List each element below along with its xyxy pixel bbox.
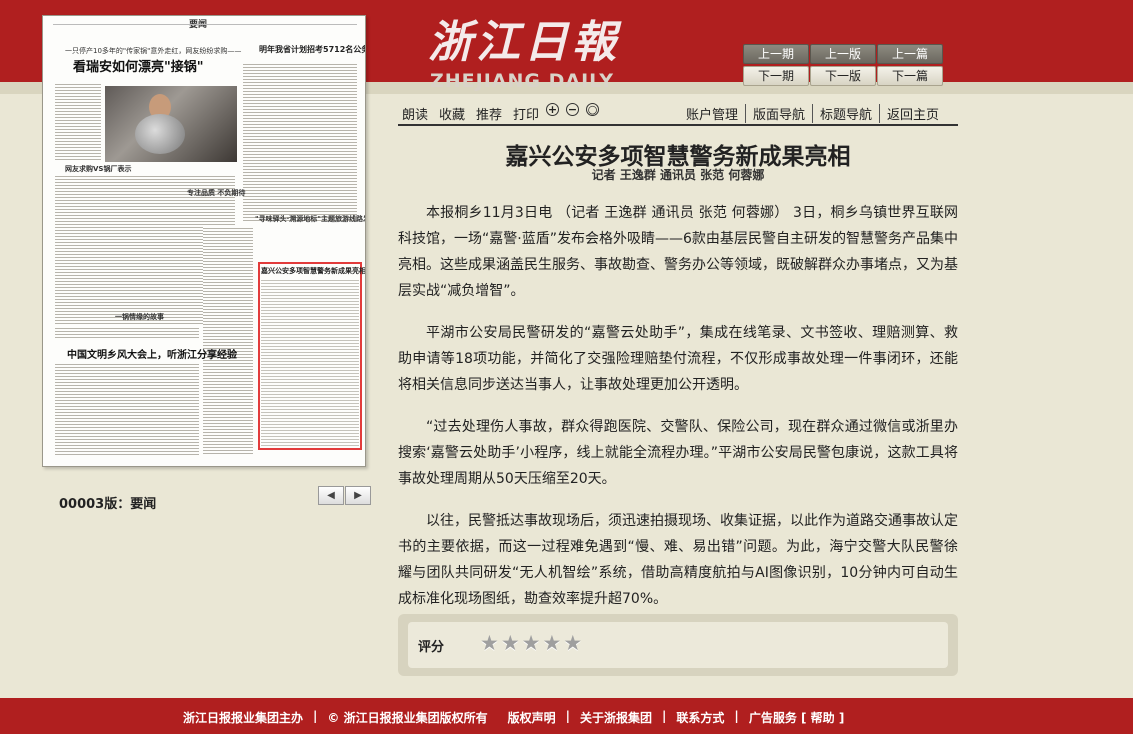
thumbnail-bottom-headline[interactable]: 中国文明乡风大会上，听浙江分享经验: [67, 346, 237, 361]
next-page-button[interactable]: 下一版: [810, 66, 876, 86]
star-icon[interactable]: ★: [522, 631, 541, 655]
photo-wok: [135, 114, 185, 154]
masthead-logo: 浙江日報 ZHEJIANG DAILY: [428, 17, 648, 93]
prev-page-button[interactable]: 上一版: [810, 44, 876, 64]
rating-label: 评分: [418, 640, 445, 655]
thumbnail-text-block: [55, 326, 199, 340]
toolbar-navigation: 账户管理 版面导航 标题导航 返回主页: [679, 104, 946, 123]
star-icon[interactable]: ★: [563, 631, 582, 655]
masthead-english: ZHEJIANG DAILY: [430, 70, 615, 92]
rating-stars: ★ ★ ★ ★ ★: [480, 631, 584, 655]
zoom-out-icon[interactable]: −: [566, 103, 579, 116]
footer-separator: |: [662, 709, 667, 723]
zoom-controls: + − ○: [546, 103, 606, 116]
page-navigation-link[interactable]: 版面导航: [744, 104, 812, 123]
footer-separator: |: [565, 709, 570, 723]
thumbnail-photo: [105, 86, 237, 162]
footer-separator: |: [734, 709, 739, 723]
toolbar-actions: 朗读 收藏 推荐 打印: [402, 104, 550, 123]
prev-article-button[interactable]: 上一篇: [877, 44, 943, 64]
recommend-button[interactable]: 推荐: [476, 104, 502, 123]
footer-host: 浙江日报报业集团主办: [183, 711, 304, 725]
highlighted-article-title[interactable]: 嘉兴公安多项智慧警务新成果亮相: [261, 266, 365, 276]
thumbnail-rule: [53, 24, 357, 25]
print-button[interactable]: 打印: [513, 104, 539, 123]
zoom-in-icon[interactable]: +: [546, 103, 559, 116]
rating-panel: 评分 ★ ★ ★ ★ ★: [398, 614, 958, 676]
home-link[interactable]: 返回主页: [878, 104, 946, 123]
contact-link[interactable]: 联系方式: [676, 709, 724, 726]
thumbnail-text-block: [55, 82, 101, 162]
thumbnail-text-block: [243, 62, 357, 222]
zoom-reset-icon[interactable]: ○: [586, 103, 599, 116]
pager-prev-button[interactable]: ◀: [318, 486, 344, 505]
thumbnail-side-headline[interactable]: 明年我省计划招考5712名公务员: [259, 44, 365, 55]
about-group-link[interactable]: 关于浙报集团: [580, 709, 652, 726]
rating-inner: 评分 ★ ★ ★ ★ ★: [408, 622, 948, 668]
page-thumbnail[interactable]: 要闻 一只停产10多年的"传家锅"意外走红，网友纷纷求购—— 看瑞安如何漂亮"接…: [42, 15, 366, 467]
favorite-button[interactable]: 收藏: [439, 104, 465, 123]
copyright-statement-link[interactable]: 版权声明: [508, 709, 556, 726]
page-pager: ◀ ▶: [318, 486, 371, 505]
footer-links: 浙江日报报业集团主办 | © 浙江日报报业集团版权所有 版权声明 | 关于浙报集…: [183, 709, 844, 726]
thumbnail-text-block: [203, 226, 253, 456]
article-body: 本报桐乡11月3日电 （记者 王逸群 通讯员 张范 何蓉娜） 3日，桐乡乌镇世界…: [398, 200, 958, 628]
page-label: 00003版：要闻: [59, 497, 157, 512]
next-article-button[interactable]: 下一篇: [877, 66, 943, 86]
thumbnail-subhead: 一锅情缘的故事: [115, 313, 164, 321]
thumbnail-subhead[interactable]: "寻味驿头·溯源地标"主题旅游线路发布: [255, 214, 365, 224]
masthead-chinese: 浙江日報: [428, 17, 620, 68]
site-footer: 浙江日报报业集团主办 | © 浙江日报报业集团版权所有 版权声明 | 关于浙报集…: [0, 698, 1133, 734]
thumbnail-subhead: 网友求购VS锅厂表示: [65, 165, 132, 173]
account-management-link[interactable]: 账户管理: [679, 104, 745, 123]
issue-navigation: 上一期 上一版 上一篇 下一期 下一版 下一篇: [743, 44, 943, 86]
thumbnail-subhead: 专注品质 不负期待: [187, 189, 246, 197]
read-aloud-button[interactable]: 朗读: [402, 104, 428, 123]
article-toolbar: 朗读 收藏 推荐 打印 + − ○ 账户管理 版面导航 标题导航 返回主页: [398, 100, 958, 126]
article-paragraph: “过去处理伤人事故，群众得跑医院、交警队、保险公司，现在群众通过微信或浙里办搜索…: [398, 419, 958, 487]
article-paragraph: 本报桐乡11月3日电 （记者 王逸群 通讯员 张范 何蓉娜） 3日，桐乡乌镇世界…: [398, 205, 958, 299]
star-icon[interactable]: ★: [501, 631, 520, 655]
article-paragraph: 平湖市公安局民警研发的“嘉警云处助手”，集成在线笔录、文书签收、理赔测算、救助申…: [398, 325, 958, 393]
article-byline: 记者 王逸群 通讯员 张范 何蓉娜: [591, 168, 765, 182]
footer-copyright: © 浙江日报报业集团版权所有: [327, 711, 488, 725]
thumbnail-kicker: 一只停产10多年的"传家锅"意外走红，网友纷纷求购——: [65, 47, 242, 55]
thumbnail-headline[interactable]: 看瑞安如何漂亮"接锅": [73, 56, 204, 75]
prev-issue-button[interactable]: 上一期: [743, 44, 809, 64]
title-navigation-link[interactable]: 标题导航: [811, 104, 879, 123]
current-article-highlight[interactable]: [258, 262, 362, 450]
article-paragraph: 以往，民警抵达事故现场后，须迅速拍摄现场、收集证据，以此作为道路交通事故认定书的…: [398, 513, 958, 607]
ad-services-link[interactable]: 广告服务 [ 帮助 ]: [749, 709, 845, 726]
footer-separator: |: [313, 709, 318, 723]
pager-next-button[interactable]: ▶: [345, 486, 371, 505]
star-icon[interactable]: ★: [480, 631, 499, 655]
star-icon[interactable]: ★: [542, 631, 561, 655]
next-issue-button[interactable]: 下一期: [743, 66, 809, 86]
thumbnail-text-block: [55, 362, 199, 456]
